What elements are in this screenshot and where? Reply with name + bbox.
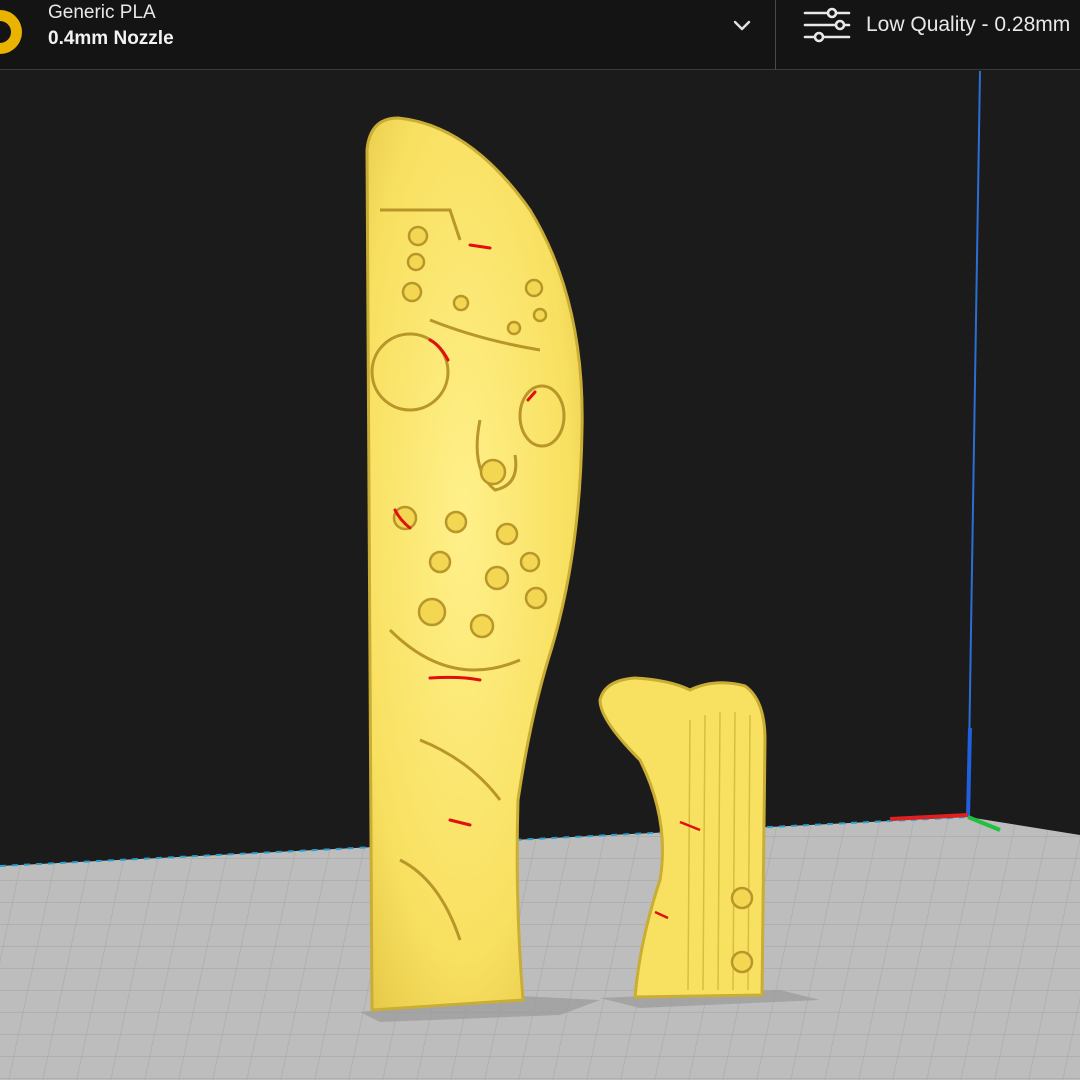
- material-dropdown-button[interactable]: [724, 10, 760, 42]
- print-profile-label: Low Quality - 0.28mm: [866, 13, 1071, 36]
- top-toolbar: Generic PLA 0.4mm Nozzle Low Quality - 0…: [0, 0, 1080, 70]
- ring-logo-icon: [0, 10, 22, 54]
- sliders-icon: [803, 7, 851, 43]
- nozzle-name[interactable]: 0.4mm Nozzle: [48, 28, 174, 50]
- print-settings-button[interactable]: Low Quality - 0.28mm: [776, 0, 1080, 70]
- 3d-viewport[interactable]: [0, 71, 1080, 1080]
- chevron-down-icon: [733, 20, 751, 31]
- material-name[interactable]: Generic PLA: [48, 2, 156, 24]
- scene-canvas: [0, 71, 1080, 1080]
- z-axis-indicator: [966, 727, 972, 818]
